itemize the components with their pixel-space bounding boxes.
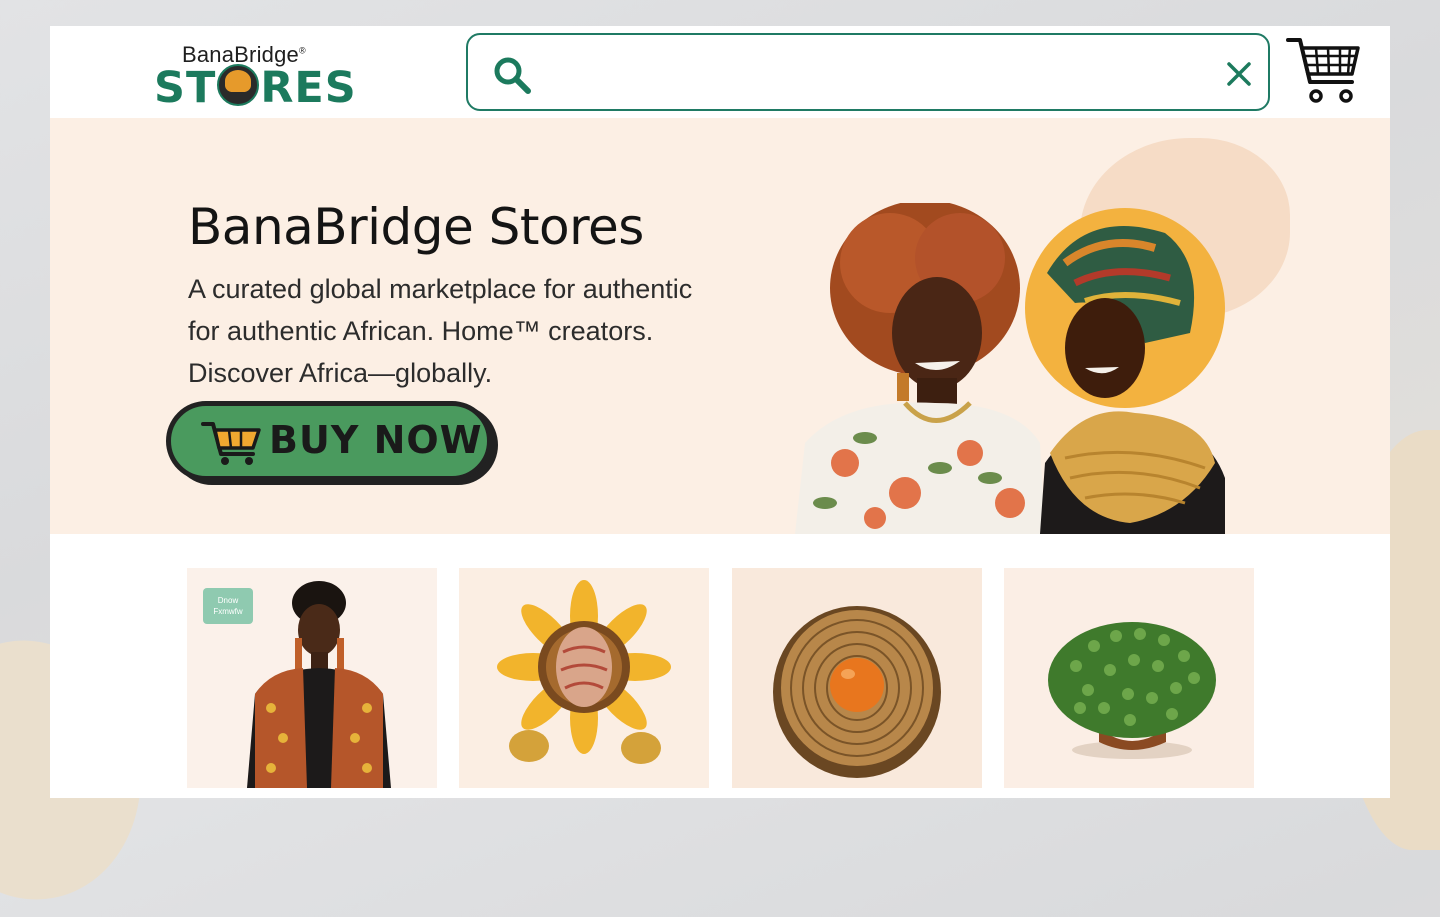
close-icon[interactable] [1224, 59, 1254, 89]
product-image [1004, 568, 1254, 788]
hero-image-two-women [795, 203, 1225, 534]
cart-icon [201, 422, 261, 465]
brand-logo[interactable]: BanaBridge® ST RES [154, 40, 357, 113]
product-card-green-bowl[interactable] [1004, 568, 1254, 788]
search-bar [466, 33, 1270, 111]
hero-title: BanaBridge Stores [188, 198, 644, 256]
buy-now-button[interactable]: BUY NOW [166, 401, 492, 481]
search-icon[interactable] [490, 53, 534, 97]
cart-icon[interactable] [1286, 36, 1362, 106]
logo-badge-icon [217, 64, 260, 106]
search-input[interactable] [550, 49, 1194, 99]
hero-banner: BanaBridge Stores A curated global marke… [50, 118, 1390, 534]
product-image [459, 568, 709, 788]
logo-stores-text: ST RES [154, 63, 357, 113]
hero-subtitle: A curated global marketplace for authent… [188, 274, 693, 388]
product-grid: Dnow Fxmwfw [50, 534, 1390, 798]
page: BanaBridge® ST RES BanaBridge Stores A c… [50, 26, 1390, 798]
product-badge: Dnow Fxmwfw [203, 588, 253, 624]
buy-now-label: BUY NOW [269, 418, 483, 462]
product-card-sunflower[interactable] [459, 568, 709, 788]
product-image [732, 568, 982, 788]
header: BanaBridge® ST RES [50, 26, 1390, 118]
product-card-fashion[interactable]: Dnow Fxmwfw [187, 568, 437, 788]
product-card-basket[interactable] [732, 568, 982, 788]
